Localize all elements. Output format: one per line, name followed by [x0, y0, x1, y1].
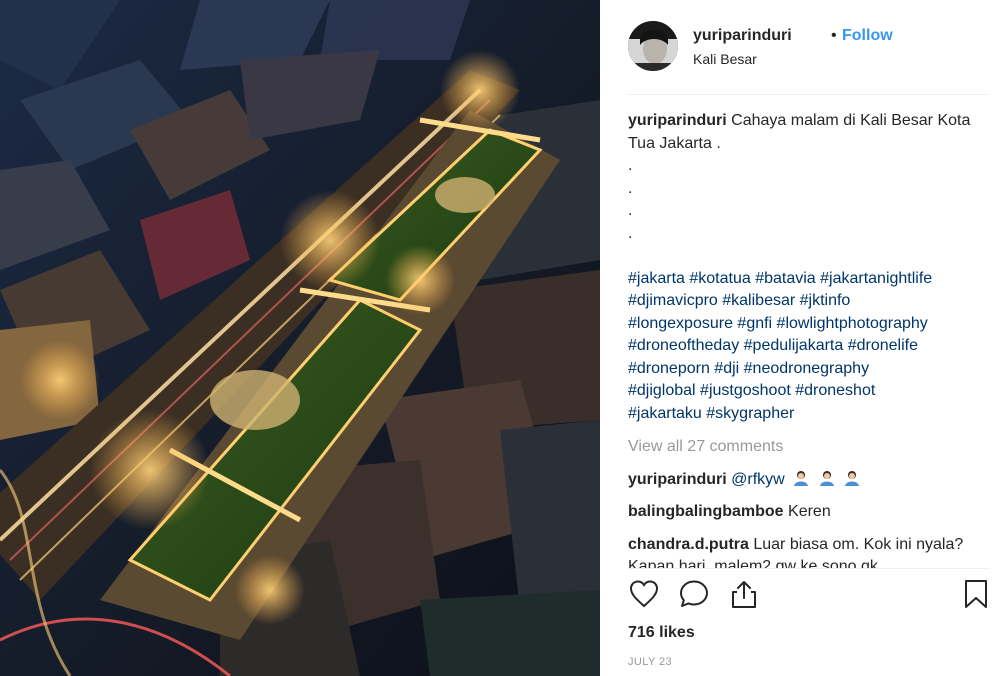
view-all-comments-link[interactable]: View all 27 comments — [628, 436, 990, 459]
hashtag-line[interactable]: #djimavicpro #kalibesar #jktinfo — [628, 290, 990, 313]
comments-section[interactable]: yuriparinduri Cahaya malam di Kali Besar… — [628, 110, 990, 568]
comment-bubble-icon[interactable] — [678, 578, 712, 612]
header-divider — [628, 94, 988, 95]
caption-dots: . . . . — [628, 155, 990, 245]
bookmark-icon[interactable] — [960, 578, 994, 612]
caption: yuriparinduri Cahaya malam di Kali Besar… — [628, 110, 990, 425]
action-bar — [628, 578, 990, 618]
comment-username[interactable]: chandra.d.putra — [628, 536, 749, 553]
follow-button[interactable]: Follow — [842, 27, 893, 45]
caption-dot: . — [628, 157, 633, 174]
comment-mention[interactable]: @rfkyw — [731, 471, 785, 488]
comment: chandra.d.putra Luar biasa om. Kok ini n… — [628, 534, 990, 569]
hashtag-line[interactable]: #droneporn #dji #neodronegraphy — [628, 358, 990, 381]
comment: yuriparinduri @rfkyw — [628, 469, 990, 492]
hashtag-line[interactable]: #jakarta #kotatua #batavia #jakartanight… — [628, 268, 990, 291]
post-date: JULY 23 — [628, 656, 672, 668]
like-count[interactable]: 716 likes — [628, 624, 695, 642]
comment-text: Keren — [788, 503, 831, 520]
hashtag-line[interactable]: #longexposure #gnfi #lowlightphotography — [628, 313, 990, 336]
post-photo[interactable] — [0, 0, 600, 676]
heart-icon[interactable] — [628, 578, 662, 612]
instagram-post-view: yuriparinduri • Follow Kali Besar yuripa… — [0, 0, 1002, 676]
night-aerial-city-image — [0, 0, 600, 676]
hashtags: #jakarta #kotatua #batavia #jakartanight… — [628, 268, 990, 426]
caption-username[interactable]: yuriparinduri — [628, 112, 727, 129]
caption-dot: . — [628, 179, 633, 197]
caption-dot: . — [628, 202, 633, 219]
comment-username[interactable]: yuriparinduri — [628, 471, 727, 488]
post-header: yuriparinduri • Follow Kali Besar — [628, 18, 988, 78]
comment-username[interactable]: balingbalingbamboe — [628, 503, 784, 520]
hashtag-line[interactable]: #djiglobal #justgoshoot #droneshot — [628, 380, 990, 403]
hashtag-line[interactable]: #jakartaku #skygrapher — [628, 403, 990, 426]
caption-dot: . — [628, 224, 633, 242]
avatar[interactable] — [628, 21, 678, 71]
separator-dot: • — [831, 27, 837, 44]
post-username[interactable]: yuriparinduri — [693, 27, 792, 45]
person-tipping-hand-emoji — [789, 470, 861, 488]
post-sidebar: yuriparinduri • Follow Kali Besar yuripa… — [600, 0, 1002, 676]
post-location[interactable]: Kali Besar — [693, 51, 757, 67]
hashtag-line[interactable]: #droneoftheday #pedulijakarta #dronelife — [628, 335, 990, 358]
share-upload-icon[interactable] — [728, 578, 762, 612]
actions-divider — [628, 568, 990, 569]
comment: balingbalingbamboe Keren — [628, 501, 990, 524]
